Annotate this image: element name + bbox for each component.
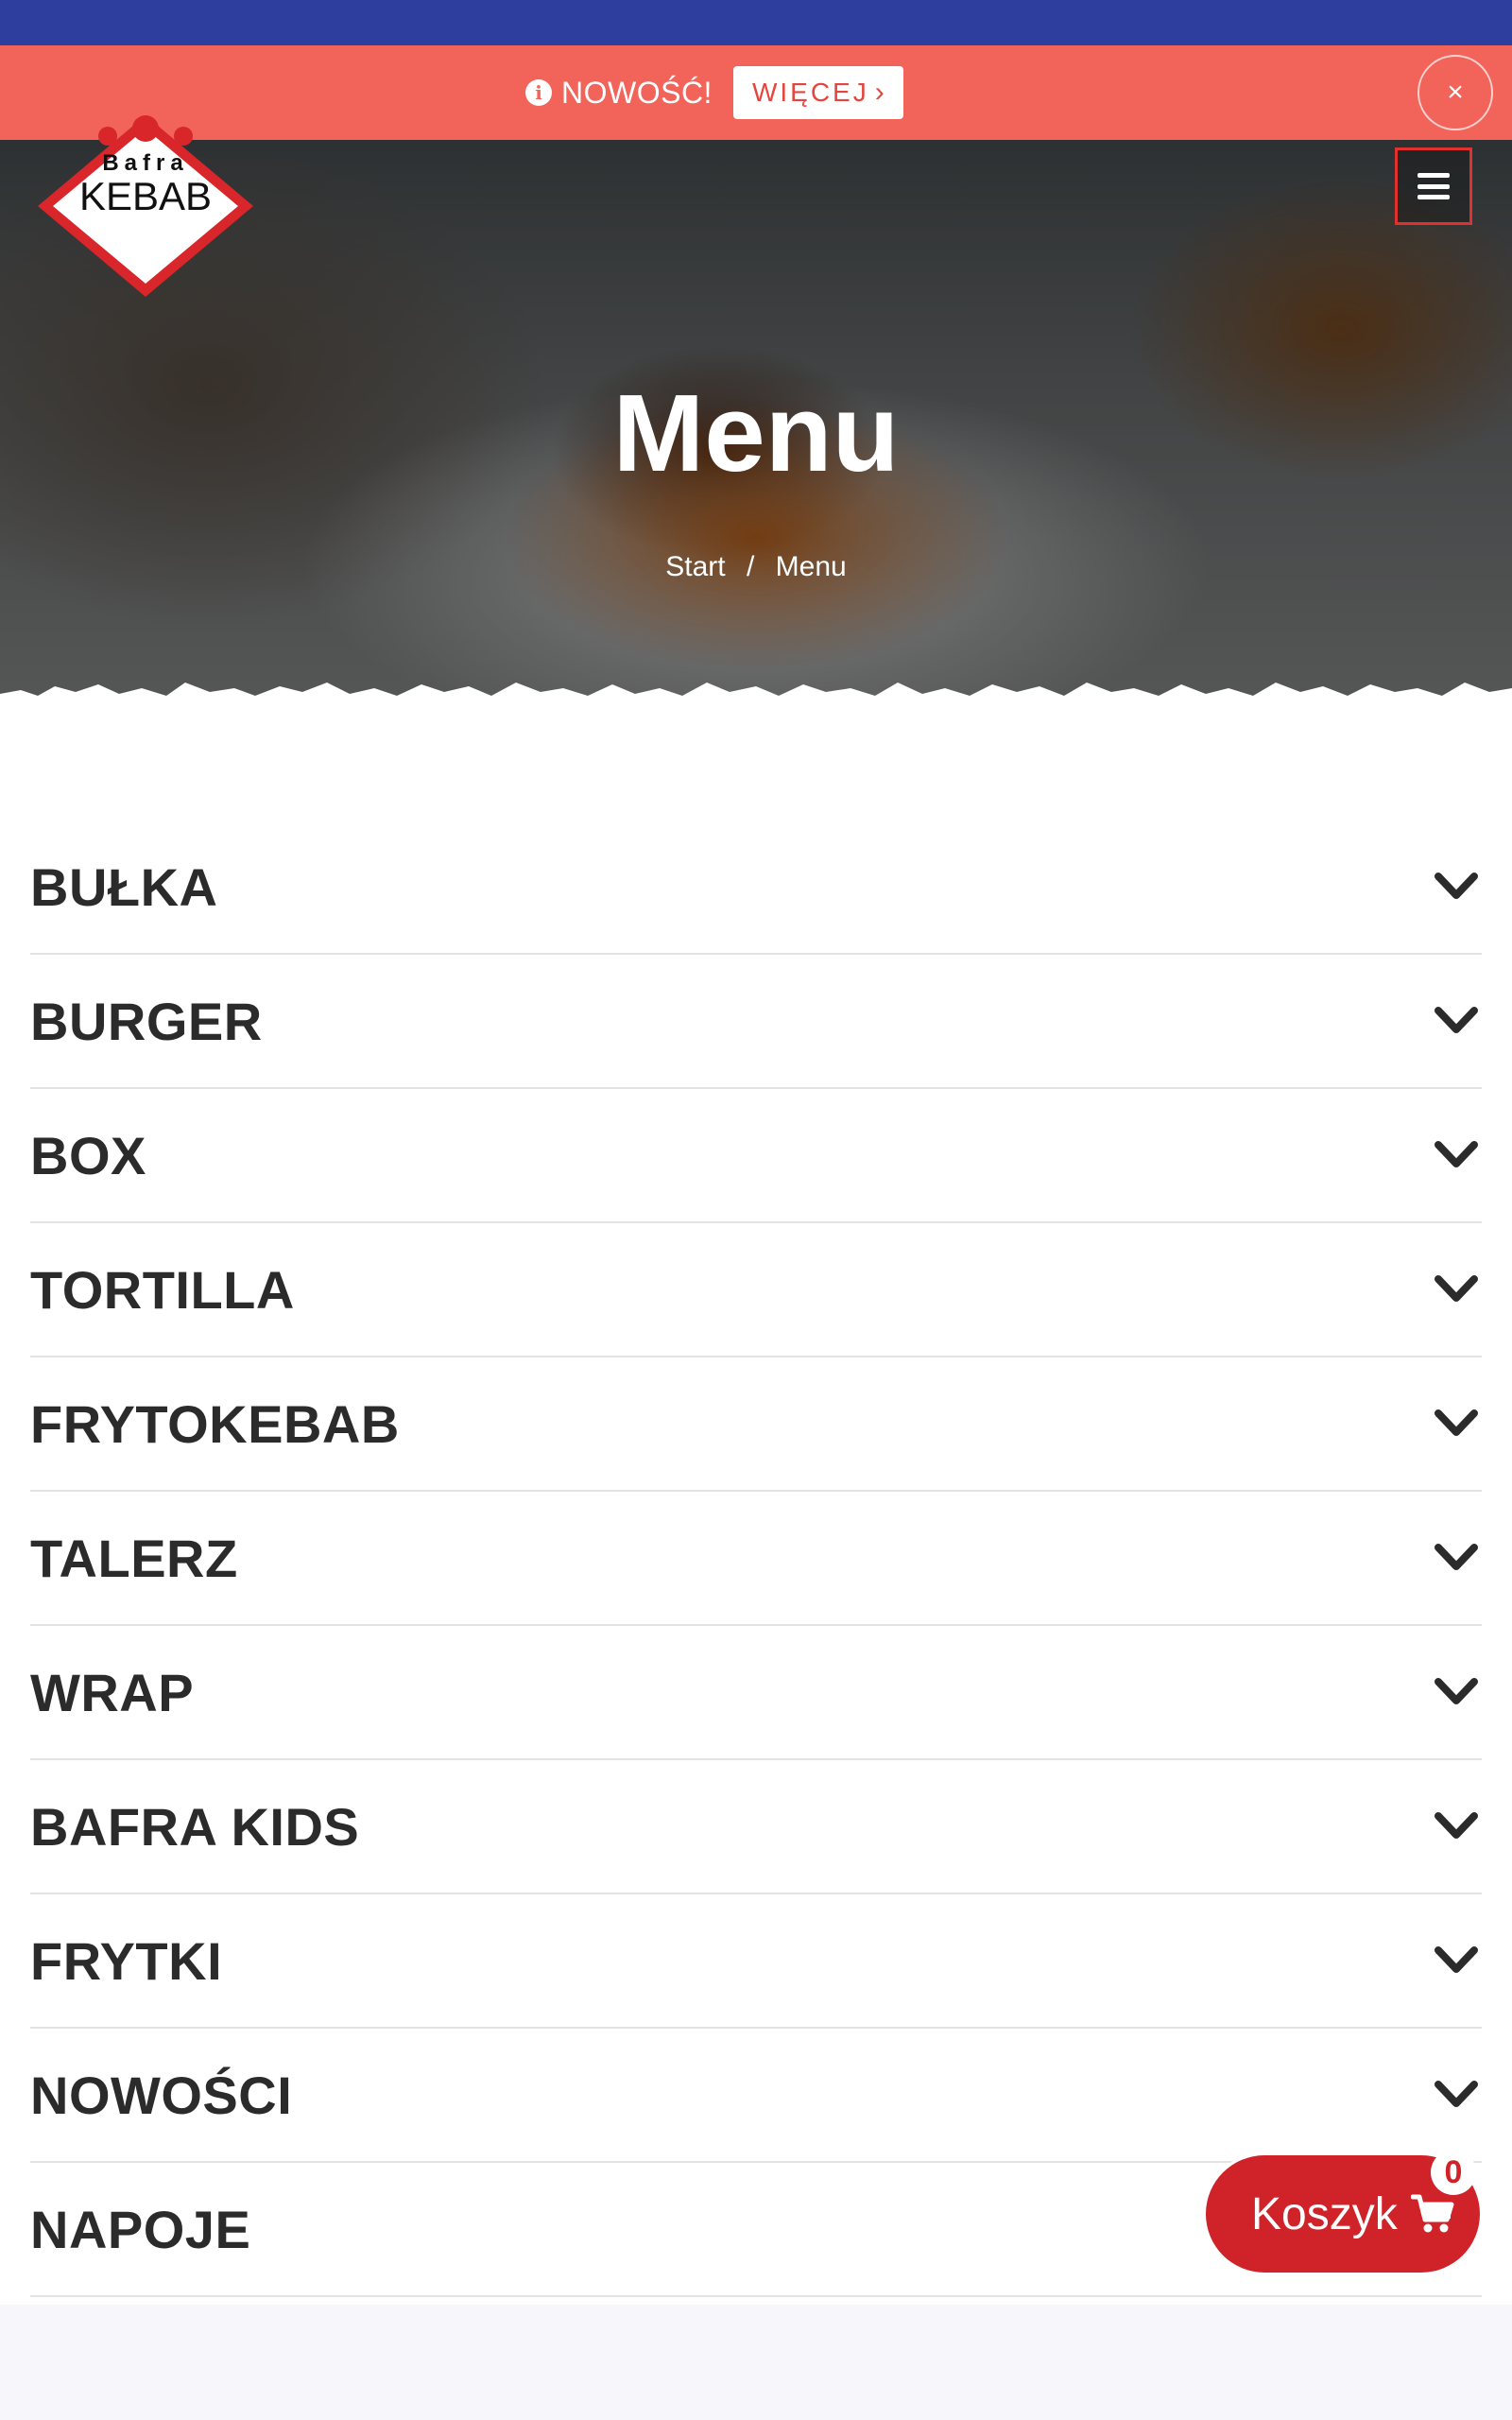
promo-content: i NOWOŚĆ! WIĘCEJ › [525,64,903,121]
category-item-frytki[interactable]: FRYTKI [30,1894,1482,2029]
chevron-down-icon [1435,2081,1478,2107]
chevron-down-icon [1435,1007,1478,1033]
category-item-box[interactable]: BOX [30,1089,1482,1223]
top-strip [0,0,1512,45]
category-item-bafra-kids[interactable]: BAFRA KIDS [30,1760,1482,1894]
cart-label: Koszyk [1251,2188,1398,2239]
page-title: Menu [612,372,900,494]
category-label: NOWOŚCI [30,2065,293,2125]
promo-close-button[interactable]: × [1418,55,1493,130]
hamburger-icon [1418,173,1450,199]
breadcrumb-separator: / [746,551,755,582]
chevron-down-icon [1435,1946,1478,1973]
cart-icon [1410,2194,1454,2233]
chevron-down-icon [1435,1275,1478,1302]
bottom-fade [0,2305,1512,2420]
category-label: TALERZ [30,1528,238,1588]
menu-categories: BUŁKA BURGER BOX TORTILLA FRYTOKEBAB TAL… [30,821,1482,2297]
category-label: NAPOJE [30,2199,251,2259]
breadcrumb-link-start[interactable]: Start [665,551,725,582]
promo-more-button[interactable]: WIĘCEJ › [732,66,903,119]
category-item-talerz[interactable]: TALERZ [30,1492,1482,1626]
logo-text-top: Bafra [102,150,188,176]
promo-label: NOWOŚĆ! [561,75,713,110]
category-item-burger[interactable]: BURGER [30,955,1482,1089]
category-label: BOX [30,1125,146,1185]
chevron-down-icon [1435,1409,1478,1436]
category-label: FRYTKI [30,1930,223,1991]
logo[interactable]: Bafra KEBAB [34,112,257,301]
breadcrumb-current: Menu [775,551,847,582]
category-item-bulka[interactable]: BUŁKA [30,821,1482,955]
category-label: TORTILLA [30,1259,295,1320]
menu-toggle-button[interactable] [1395,147,1472,225]
chevron-down-icon [1435,1812,1478,1839]
category-item-tortilla[interactable]: TORTILLA [30,1223,1482,1357]
close-icon: × [1447,77,1464,108]
chevron-right-icon: › [874,77,885,108]
category-item-wrap[interactable]: WRAP [30,1626,1482,1760]
category-label: BUŁKA [30,856,218,917]
chevron-down-icon [1435,1544,1478,1570]
category-label: BURGER [30,991,263,1051]
category-item-frytokebab[interactable]: FRYTOKEBAB [30,1357,1482,1492]
category-item-nowosci[interactable]: NOWOŚCI [30,2029,1482,2163]
promo-more-label: WIĘCEJ [751,78,869,107]
cart-count-badge: 0 [1431,2150,1476,2195]
chevron-down-icon [1435,1141,1478,1167]
chevron-down-icon [1435,1678,1478,1704]
category-label: BAFRA KIDS [30,1796,360,1857]
info-icon: i [525,79,552,106]
torn-edge-divider [0,683,1512,707]
category-label: WRAP [30,1662,195,1722]
breadcrumb: Start / Menu [0,548,1512,586]
chevron-down-icon [1435,873,1478,899]
category-label: FRYTOKEBAB [30,1393,400,1454]
logo-text-main: KEBAB [79,174,212,218]
